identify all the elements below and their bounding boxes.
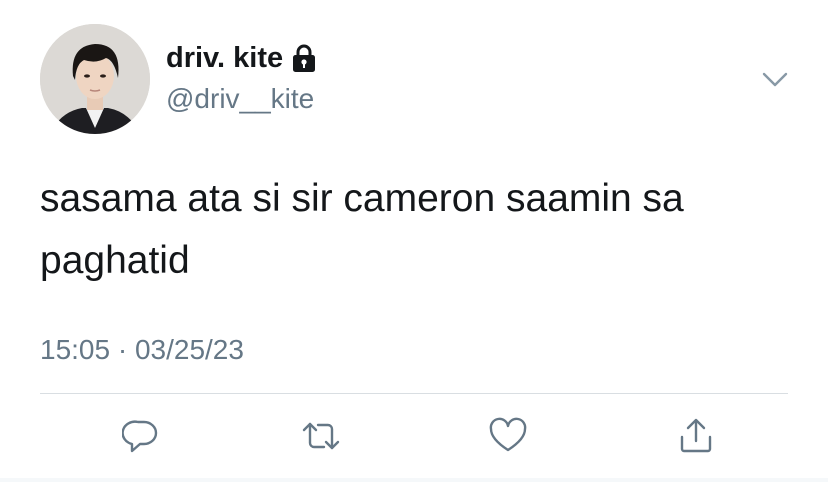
display-name-row[interactable]: driv. kite: [166, 40, 317, 76]
lock-icon: [291, 43, 317, 73]
tweet-timestamp[interactable]: 15:05 · 03/25/23: [40, 332, 244, 368]
tweet-text: sasama ata si sir cameron saamin sa pagh…: [40, 177, 684, 282]
bottom-border: [0, 478, 828, 482]
reply-icon: [121, 417, 160, 460]
chevron-down-icon[interactable]: [758, 62, 792, 96]
display-name: driv. kite: [166, 42, 284, 74]
retweet-button[interactable]: [299, 416, 343, 460]
divider: [40, 393, 788, 394]
retweet-icon: [300, 417, 342, 460]
reply-button[interactable]: [119, 416, 163, 460]
like-button[interactable]: [486, 416, 530, 460]
share-button[interactable]: [674, 416, 718, 460]
like-icon: [488, 417, 528, 460]
avatar[interactable]: [40, 24, 150, 134]
share-icon: [677, 417, 715, 460]
user-handle[interactable]: @driv__kite: [166, 82, 314, 116]
